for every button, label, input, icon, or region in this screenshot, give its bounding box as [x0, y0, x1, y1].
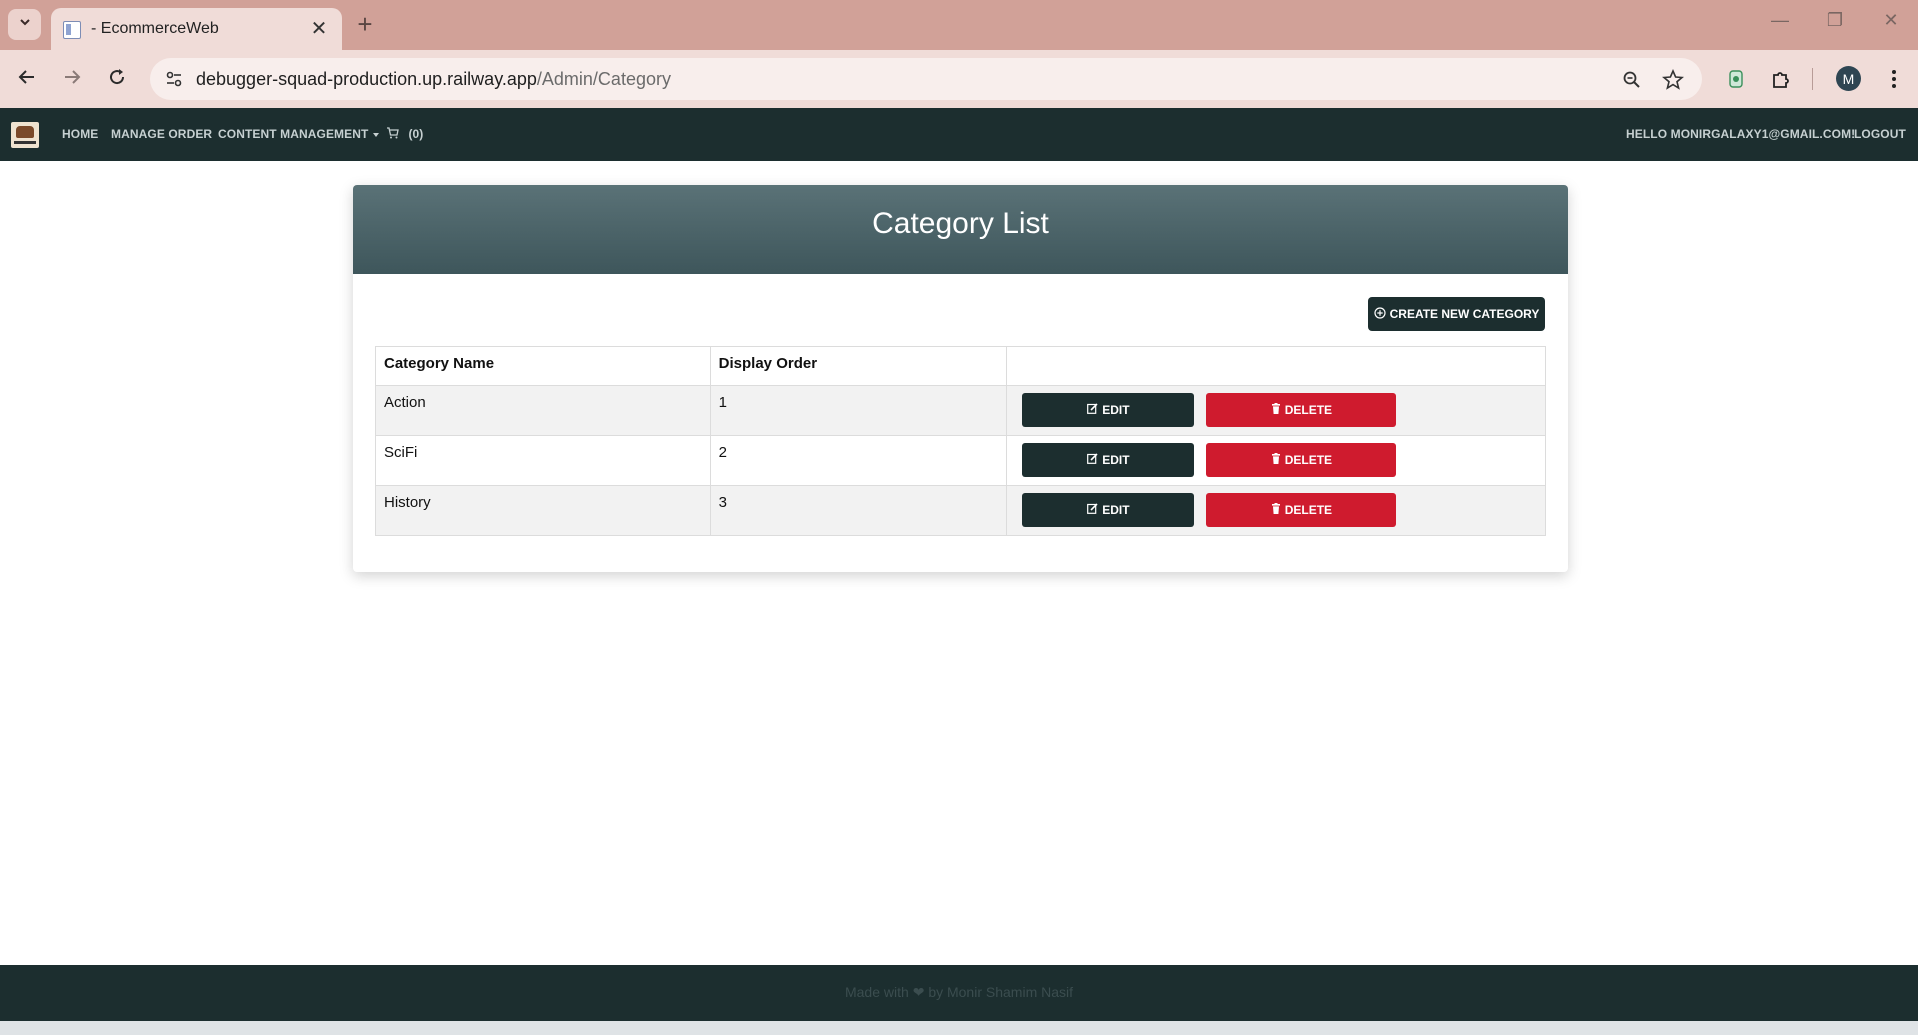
actions-cell: EDIT DELETE [1006, 435, 1546, 486]
plus-icon[interactable]: + [352, 9, 378, 39]
category-name-cell: History [375, 485, 711, 536]
restore-window-button[interactable]: ❐ [1820, 10, 1850, 31]
column-header-category-name: Category Name [375, 346, 711, 386]
brand-logo[interactable] [11, 122, 39, 148]
delete-button[interactable]: DELETE [1206, 493, 1397, 527]
trash-icon [1271, 503, 1281, 517]
category-name-cell: Action [375, 385, 711, 436]
cart-icon [386, 127, 402, 141]
delete-label: DELETE [1284, 403, 1333, 417]
edit-label: EDIT [1102, 453, 1130, 467]
edit-button[interactable]: EDIT [1022, 443, 1195, 477]
back-button[interactable] [12, 64, 42, 94]
forward-arrow-icon [62, 67, 82, 92]
chevron-down-icon [18, 15, 32, 34]
logout-link[interactable]: LOGOUT [1854, 127, 1906, 141]
create-new-category-label: CREATE NEW CATEGORY [1389, 307, 1540, 321]
app-navbar: HOME MANAGE ORDER CONTENT MANAGEMENT (0)… [0, 108, 1918, 161]
table-row: Action 1 EDIT DELETE [375, 385, 1546, 436]
cart-count: (0) [408, 127, 424, 141]
back-arrow-icon [17, 67, 37, 92]
nav-content-management-label: CONTENT MANAGEMENT [218, 127, 369, 141]
url-text: debugger-squad-production.up.railway.app… [196, 69, 671, 90]
footer-made-with: Made with [844, 984, 909, 1000]
edit-icon [1087, 503, 1098, 517]
tab-search-button[interactable] [8, 9, 41, 40]
browser-tab-strip: - EcommerceWeb ✕ + — ❐ ✕ [0, 0, 1918, 50]
nav-content-management-dropdown[interactable]: CONTENT MANAGEMENT [218, 127, 380, 141]
minimize-window-button[interactable]: — [1765, 10, 1795, 31]
url-host: debugger-squad-production.up.railway.app [196, 69, 537, 89]
actions-cell: EDIT DELETE [1006, 385, 1546, 436]
url-path: /Admin/Category [536, 69, 671, 89]
plus-circle-icon [1374, 306, 1386, 322]
footer-credit: Made with ❤ by Monir Shamim Nasif [0, 984, 1918, 1001]
delete-label: DELETE [1284, 453, 1333, 467]
delete-button[interactable]: DELETE [1206, 443, 1397, 477]
display-order-cell: 2 [709, 435, 1008, 486]
reload-icon [107, 67, 127, 92]
card-header: Category List [353, 185, 1568, 274]
close-window-button[interactable]: ✕ [1876, 10, 1906, 31]
puzzle-icon[interactable] [1767, 65, 1795, 93]
caret-down-icon [373, 132, 380, 137]
table-row: SciFi 2 EDIT DELETE [375, 435, 1546, 486]
browser-toolbar: debugger-squad-production.up.railway.app… [0, 50, 1918, 108]
user-greeting[interactable]: HELLO MONIRGALAXY1@GMAIL.COM! [1626, 127, 1855, 141]
zoom-icon[interactable] [1620, 68, 1644, 92]
site-info-icon[interactable] [162, 67, 186, 91]
nav-home[interactable]: HOME [62, 127, 98, 141]
display-order-cell: 3 [709, 485, 1008, 536]
toolbar-divider [1812, 68, 1813, 90]
reload-button[interactable] [102, 64, 132, 94]
os-taskbar-edge [0, 1021, 1918, 1035]
edit-button[interactable]: EDIT [1022, 393, 1195, 427]
nav-manage-order[interactable]: MANAGE ORDER [111, 127, 212, 141]
edit-label: EDIT [1102, 403, 1130, 417]
delete-button[interactable]: DELETE [1206, 393, 1397, 427]
table-row: History 3 EDIT DELETE [375, 485, 1546, 536]
edit-button[interactable]: EDIT [1022, 493, 1195, 527]
page-favicon-icon [63, 21, 81, 39]
create-new-category-button[interactable]: CREATE NEW CATEGORY [1368, 297, 1545, 331]
edit-icon [1087, 403, 1098, 417]
column-header-display-order: Display Order [709, 346, 1008, 386]
star-icon[interactable] [1661, 68, 1685, 92]
trash-icon [1271, 403, 1281, 417]
extension-doc-icon[interactable] [1722, 65, 1750, 93]
tab-title: - EcommerceWeb [91, 20, 219, 37]
close-icon[interactable]: ✕ [308, 16, 330, 41]
footer-author: by Monir Shamim Nasif [928, 984, 1074, 1000]
browser-tab-active[interactable]: - EcommerceWeb ✕ [51, 8, 342, 50]
category-table: Category Name Display Order Action 1 EDI… [375, 346, 1546, 536]
category-name-cell: SciFi [375, 435, 711, 486]
address-bar[interactable]: debugger-squad-production.up.railway.app… [150, 58, 1702, 100]
page-footer: Made with ❤ by Monir Shamim Nasif [0, 965, 1918, 1021]
category-card: Category List CREATE NEW CATEGORY Catego… [353, 185, 1568, 572]
forward-button[interactable] [57, 64, 87, 94]
display-order-cell: 1 [709, 385, 1008, 436]
more-vert-icon[interactable] [1880, 65, 1908, 93]
heart-icon: ❤ [912, 984, 925, 1000]
edit-icon [1087, 453, 1098, 467]
edit-label: EDIT [1102, 503, 1130, 517]
actions-cell: EDIT DELETE [1006, 485, 1546, 536]
column-header-actions [1006, 346, 1546, 386]
profile-avatar[interactable]: M [1836, 66, 1861, 91]
trash-icon [1271, 453, 1281, 467]
page-title: Category List [872, 207, 1049, 240]
table-header-row: Category Name Display Order [375, 346, 1546, 386]
delete-label: DELETE [1284, 503, 1333, 517]
nav-cart[interactable]: (0) [386, 127, 423, 141]
